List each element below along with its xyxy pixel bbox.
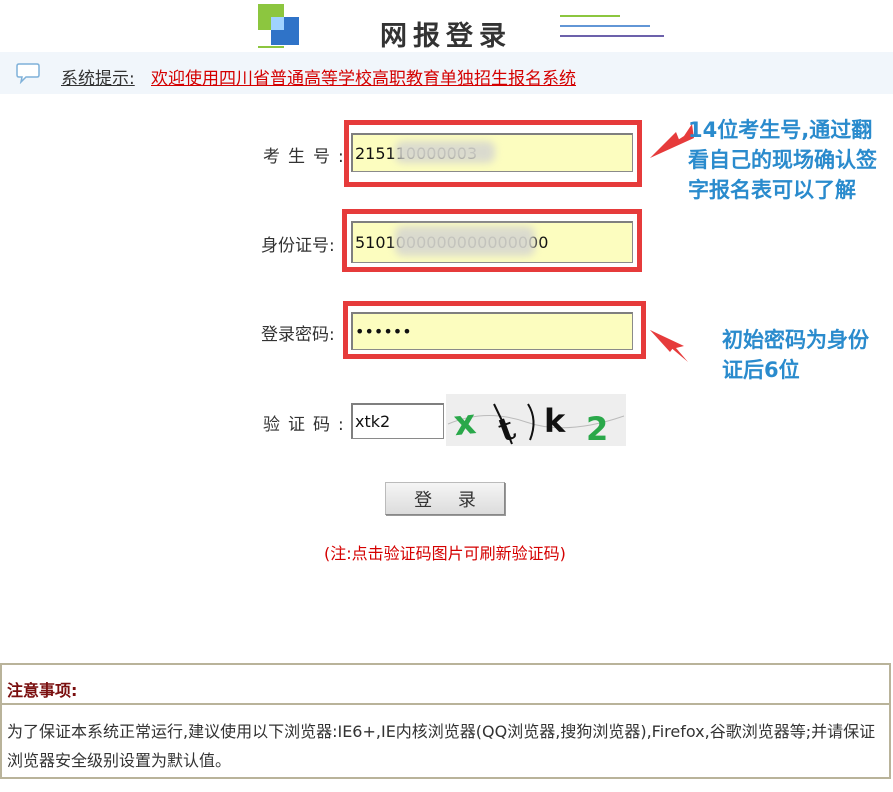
id-label: 身份证号: (261, 236, 335, 256)
password-input[interactable] (351, 312, 633, 350)
header-decoration (560, 15, 664, 37)
redaction-blur (395, 141, 495, 163)
notes-header (2, 665, 889, 705)
captcha-input[interactable] (351, 403, 444, 439)
captcha-image[interactable]: x t k 2 (446, 394, 626, 446)
page-title: 网报登录 (380, 21, 512, 52)
captcha-char: x (452, 402, 478, 444)
notes-body: 为了保证本系统正常运行,建议使用以下浏览器:IE6+,IE内核浏览器(QQ浏览器… (7, 722, 876, 770)
exam-no-tip: 14位考生号,通过翻看自己的现场确认签字报名表可以了解 (688, 118, 877, 202)
captcha-label: 验证码: (263, 415, 352, 435)
captcha-char: k (544, 402, 566, 440)
password-tip: 初始密码为身份证后6位 (722, 328, 869, 382)
exam-no-label: 考生号: (263, 147, 352, 167)
captcha-char: t (493, 409, 520, 446)
captcha-char: 2 (586, 410, 608, 446)
notice-link[interactable]: 欢迎使用四川省普通高等学校高职教育单独招生报名系统 (151, 64, 576, 89)
red-arrow-icon (650, 330, 688, 362)
speech-bubble-icon (16, 63, 40, 84)
captcha-refresh-note: (注:点击验证码图片可刷新验证码) (324, 544, 566, 563)
redaction-blur (395, 226, 535, 256)
password-label: 登录密码: (261, 325, 335, 345)
notice-label[interactable]: 系统提示: (61, 64, 135, 89)
notes-title: 注意事项: (7, 681, 78, 700)
login-button[interactable]: 登 录 (385, 482, 505, 515)
site-logo-icon (258, 4, 299, 48)
